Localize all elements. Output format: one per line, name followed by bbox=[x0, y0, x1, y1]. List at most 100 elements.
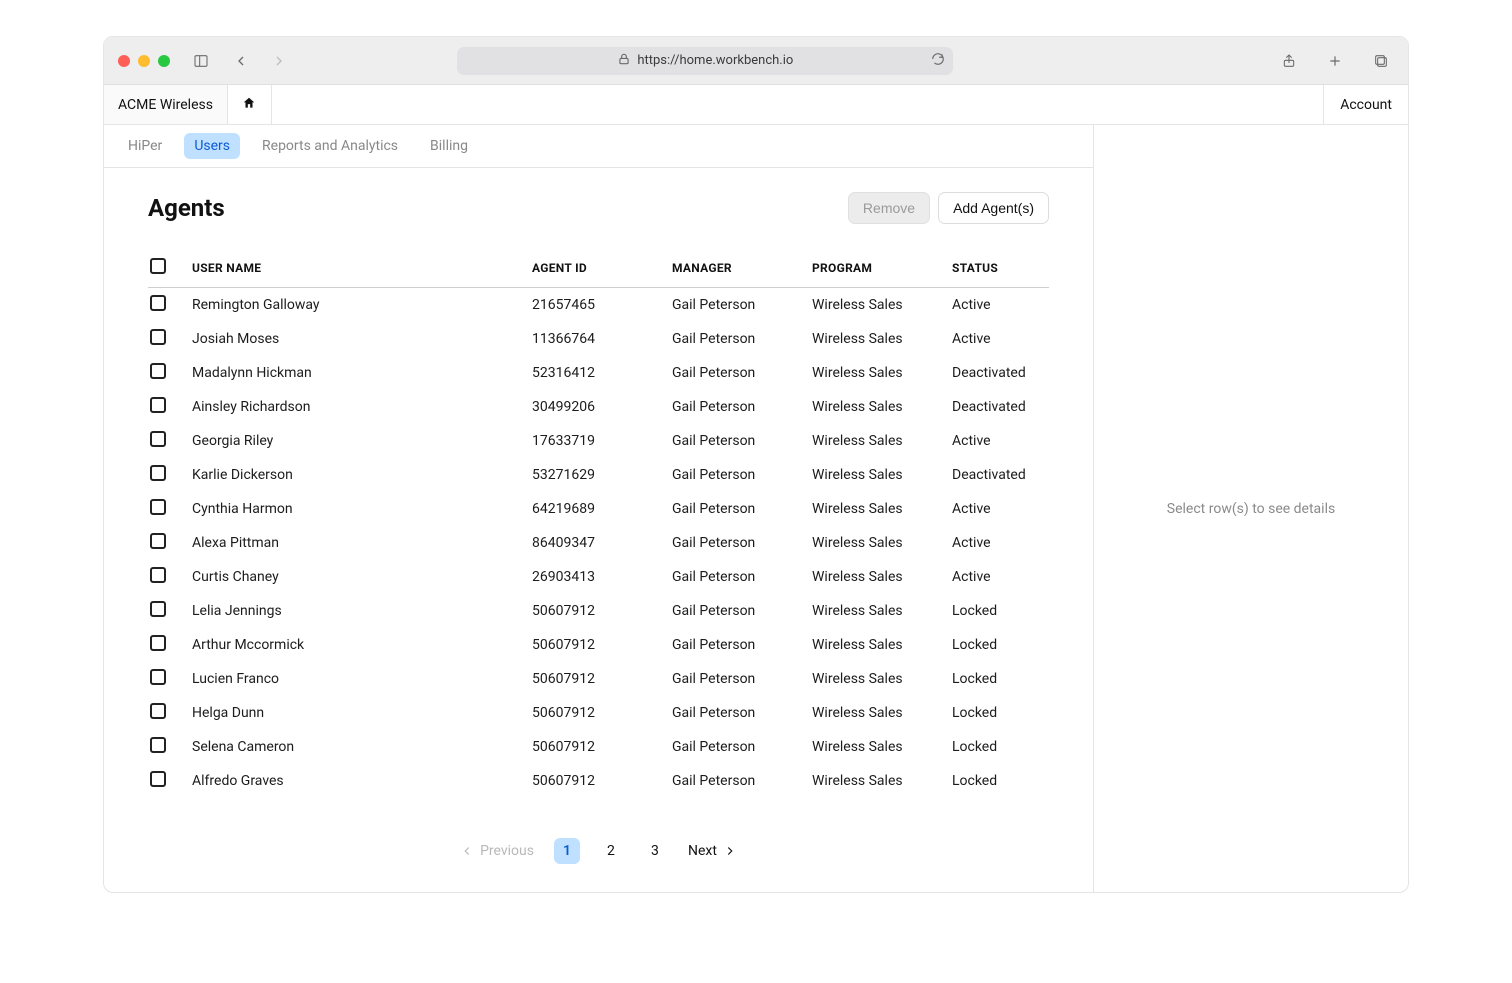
col-header-agentid[interactable]: AGENT ID bbox=[524, 248, 664, 288]
cell-status: Active bbox=[944, 492, 1049, 526]
table-row[interactable]: Madalynn Hickman52316412Gail PetersonWir… bbox=[148, 356, 1049, 390]
row-checkbox[interactable] bbox=[150, 669, 166, 685]
table-row[interactable]: Arthur Mccormick50607912Gail PetersonWir… bbox=[148, 628, 1049, 662]
account-label: Account bbox=[1340, 97, 1392, 113]
chevron-right-icon bbox=[723, 844, 737, 858]
row-checkbox[interactable] bbox=[150, 397, 166, 413]
row-checkbox[interactable] bbox=[150, 601, 166, 617]
cell-manager: Gail Peterson bbox=[664, 526, 804, 560]
table-row[interactable]: Lucien Franco50607912Gail PetersonWirele… bbox=[148, 662, 1049, 696]
sidebar-toggle-icon[interactable] bbox=[188, 48, 214, 74]
cell-program: Wireless Sales bbox=[804, 390, 944, 424]
subnav-item-hiper[interactable]: HiPer bbox=[118, 133, 172, 159]
table-row[interactable]: Lelia Jennings50607912Gail PetersonWirel… bbox=[148, 594, 1049, 628]
row-checkbox[interactable] bbox=[150, 533, 166, 549]
chevron-left-icon bbox=[460, 844, 474, 858]
cell-program: Wireless Sales bbox=[804, 492, 944, 526]
table-header-row: USER NAME AGENT ID MANAGER PROGRAM STATU… bbox=[148, 248, 1049, 288]
subnav-item-users[interactable]: Users bbox=[184, 133, 240, 159]
cell-name: Karlie Dickerson bbox=[184, 458, 524, 492]
cell-name: Georgia Riley bbox=[184, 424, 524, 458]
table-row[interactable]: Curtis Chaney26903413Gail PetersonWirele… bbox=[148, 560, 1049, 594]
new-tab-icon[interactable] bbox=[1322, 48, 1348, 74]
cell-agentid: 50607912 bbox=[524, 764, 664, 798]
row-checkbox[interactable] bbox=[150, 635, 166, 651]
table-row[interactable]: Cynthia Harmon64219689Gail PetersonWirel… bbox=[148, 492, 1049, 526]
row-checkbox-cell bbox=[148, 526, 184, 560]
remove-button[interactable]: Remove bbox=[848, 192, 930, 224]
cell-name: Lelia Jennings bbox=[184, 594, 524, 628]
row-checkbox[interactable] bbox=[150, 363, 166, 379]
select-all-checkbox[interactable] bbox=[150, 258, 166, 274]
col-header-status[interactable]: STATUS bbox=[944, 248, 1049, 288]
window-zoom-icon[interactable] bbox=[158, 55, 170, 67]
cell-manager: Gail Peterson bbox=[664, 730, 804, 764]
col-header-program[interactable]: PROGRAM bbox=[804, 248, 944, 288]
cell-status: Active bbox=[944, 526, 1049, 560]
next-button[interactable]: Next bbox=[688, 843, 737, 859]
prev-button[interactable]: Previous bbox=[460, 843, 534, 859]
home-tab[interactable] bbox=[228, 85, 272, 124]
tabs-icon[interactable] bbox=[1368, 48, 1394, 74]
home-icon bbox=[242, 96, 256, 114]
cell-agentid: 26903413 bbox=[524, 560, 664, 594]
back-icon[interactable] bbox=[228, 48, 254, 74]
table-row[interactable]: Alfredo Graves50607912Gail PetersonWirel… bbox=[148, 764, 1049, 798]
cell-agentid: 64219689 bbox=[524, 492, 664, 526]
row-checkbox-cell bbox=[148, 696, 184, 730]
window-close-icon[interactable] bbox=[118, 55, 130, 67]
browser-toolbar: https://home.workbench.io bbox=[104, 37, 1408, 85]
subnav-item-billing[interactable]: Billing bbox=[420, 133, 478, 159]
col-header-manager[interactable]: MANAGER bbox=[664, 248, 804, 288]
cell-status: Locked bbox=[944, 730, 1049, 764]
cell-agentid: 11366764 bbox=[524, 322, 664, 356]
company-tab[interactable]: ACME Wireless bbox=[104, 85, 228, 124]
row-checkbox[interactable] bbox=[150, 771, 166, 787]
cell-program: Wireless Sales bbox=[804, 424, 944, 458]
page-title: Agents bbox=[148, 194, 225, 222]
row-checkbox[interactable] bbox=[150, 329, 166, 345]
cell-agentid: 17633719 bbox=[524, 424, 664, 458]
cell-manager: Gail Peterson bbox=[664, 390, 804, 424]
subnav-item-reports-and-analytics[interactable]: Reports and Analytics bbox=[252, 133, 408, 159]
cell-agentid: 50607912 bbox=[524, 628, 664, 662]
browser-right-actions bbox=[1276, 48, 1394, 74]
row-checkbox[interactable] bbox=[150, 295, 166, 311]
table-row[interactable]: Alexa Pittman86409347Gail PetersonWirele… bbox=[148, 526, 1049, 560]
row-checkbox-cell bbox=[148, 560, 184, 594]
cell-name: Alexa Pittman bbox=[184, 526, 524, 560]
row-checkbox[interactable] bbox=[150, 499, 166, 515]
row-checkbox[interactable] bbox=[150, 431, 166, 447]
add-agent-button[interactable]: Add Agent(s) bbox=[938, 192, 1049, 224]
table-row[interactable]: Ainsley Richardson30499206Gail PetersonW… bbox=[148, 390, 1049, 424]
cell-manager: Gail Peterson bbox=[664, 492, 804, 526]
row-checkbox-cell bbox=[148, 322, 184, 356]
row-checkbox[interactable] bbox=[150, 703, 166, 719]
share-icon[interactable] bbox=[1276, 48, 1302, 74]
table-row[interactable]: Georgia Riley17633719Gail PetersonWirele… bbox=[148, 424, 1049, 458]
page-3[interactable]: 3 bbox=[642, 838, 668, 864]
reload-icon[interactable] bbox=[931, 52, 945, 70]
account-link[interactable]: Account bbox=[1323, 85, 1408, 124]
cell-status: Active bbox=[944, 288, 1049, 323]
cell-program: Wireless Sales bbox=[804, 356, 944, 390]
details-empty-text: Select row(s) to see details bbox=[1167, 501, 1335, 517]
header-checkbox-cell bbox=[148, 248, 184, 288]
row-checkbox[interactable] bbox=[150, 465, 166, 481]
row-checkbox[interactable] bbox=[150, 737, 166, 753]
table-row[interactable]: Remington Galloway21657465Gail PetersonW… bbox=[148, 288, 1049, 323]
col-header-name[interactable]: USER NAME bbox=[184, 248, 524, 288]
window-minimize-icon[interactable] bbox=[138, 55, 150, 67]
forward-icon[interactable] bbox=[266, 48, 292, 74]
row-checkbox[interactable] bbox=[150, 567, 166, 583]
url-bar[interactable]: https://home.workbench.io bbox=[457, 47, 953, 75]
table-row[interactable]: Selena Cameron50607912Gail PetersonWirel… bbox=[148, 730, 1049, 764]
table-row[interactable]: Helga Dunn50607912Gail PetersonWireless … bbox=[148, 696, 1049, 730]
page-2[interactable]: 2 bbox=[598, 838, 624, 864]
table-row[interactable]: Josiah Moses11366764Gail PetersonWireles… bbox=[148, 322, 1049, 356]
prev-label: Previous bbox=[480, 843, 534, 859]
page-1[interactable]: 1 bbox=[554, 838, 580, 864]
row-checkbox-cell bbox=[148, 662, 184, 696]
cell-program: Wireless Sales bbox=[804, 628, 944, 662]
table-row[interactable]: Karlie Dickerson53271629Gail PetersonWir… bbox=[148, 458, 1049, 492]
